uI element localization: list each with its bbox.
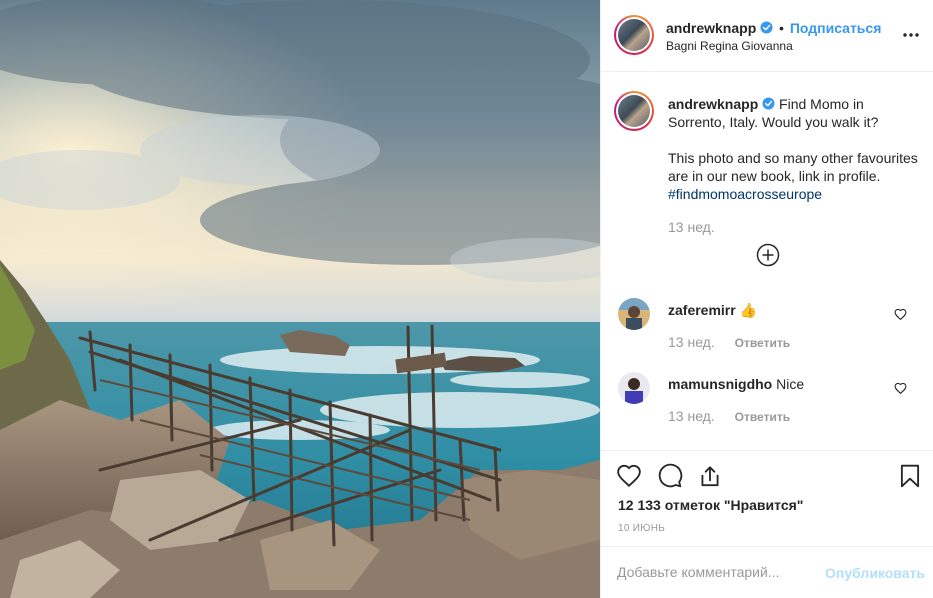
- comment-text: Nice: [776, 376, 805, 392]
- share-icon[interactable]: [697, 463, 723, 489]
- post-header: andrewknapp • Подписаться Bagni Regina G…: [601, 0, 933, 72]
- post-side-panel: andrewknapp • Подписаться Bagni Regina G…: [600, 0, 933, 598]
- post-date[interactable]: 10 ИЮНЬ: [618, 523, 665, 534]
- caption-hashtag[interactable]: #findmomoacrosseurope: [668, 186, 822, 202]
- heart-icon[interactable]: [616, 463, 642, 489]
- verified-badge-icon: [760, 21, 773, 34]
- author-username[interactable]: andrewknapp: [666, 20, 756, 36]
- commenter-avatar[interactable]: [618, 372, 650, 404]
- add-comment-bar: Опубликовать: [601, 546, 933, 598]
- comment-meta: 13 нед. Ответить: [668, 408, 790, 424]
- post-photo-image: [0, 0, 600, 598]
- reply-button[interactable]: Ответить: [735, 336, 790, 350]
- publish-button[interactable]: Опубликовать: [825, 565, 925, 581]
- heart-icon[interactable]: [894, 382, 907, 395]
- author-line: andrewknapp • Подписаться: [666, 20, 881, 36]
- caption-avatar[interactable]: [614, 91, 654, 131]
- comment-input[interactable]: [617, 561, 817, 583]
- plus-circle-icon[interactable]: [756, 243, 780, 267]
- caption-username[interactable]: andrewknapp: [668, 96, 758, 112]
- heart-icon[interactable]: [894, 308, 907, 321]
- comment-item: mamunsnigdho Nice 13 нед. Ответить: [601, 372, 933, 446]
- verified-badge-icon: [762, 97, 775, 110]
- comment-text-line: mamunsnigdho Nice: [668, 376, 804, 392]
- comment-timestamp[interactable]: 13 нед.: [668, 334, 715, 350]
- separator-dot: •: [779, 20, 784, 36]
- caption-text: andrewknapp Find Momo in Sorrento, Italy…: [668, 95, 918, 203]
- comment-timestamp[interactable]: 13 нед.: [668, 408, 715, 424]
- post-photo[interactable]: [0, 0, 600, 598]
- post-location[interactable]: Bagni Regina Giovanna: [666, 39, 793, 53]
- comment-icon[interactable]: [657, 463, 683, 489]
- follow-button[interactable]: Подписаться: [790, 20, 882, 36]
- bookmark-icon[interactable]: [897, 463, 923, 489]
- likes-count[interactable]: 12 133 отметок "Нравится": [618, 497, 803, 513]
- caption-line2: This photo and so many other favourites …: [668, 150, 918, 184]
- comment-text: 👍: [739, 302, 758, 318]
- post-actions: 12 133 отметок "Нравится" 10 ИЮНЬ: [601, 450, 933, 546]
- caption-timestamp[interactable]: 13 нед.: [668, 219, 715, 235]
- comment-item: zaferemirr 👍 13 нед. Ответить: [601, 298, 933, 372]
- more-horizontal-icon[interactable]: [901, 27, 921, 43]
- comment-username[interactable]: mamunsnigdho: [668, 376, 772, 392]
- author-avatar[interactable]: [614, 15, 654, 55]
- commenter-avatar[interactable]: [618, 298, 650, 330]
- comment-meta: 13 нед. Ответить: [668, 334, 790, 350]
- comment-text-line: zaferemirr 👍: [668, 302, 757, 319]
- comment-username[interactable]: zaferemirr: [668, 302, 736, 318]
- reply-button[interactable]: Ответить: [735, 410, 790, 424]
